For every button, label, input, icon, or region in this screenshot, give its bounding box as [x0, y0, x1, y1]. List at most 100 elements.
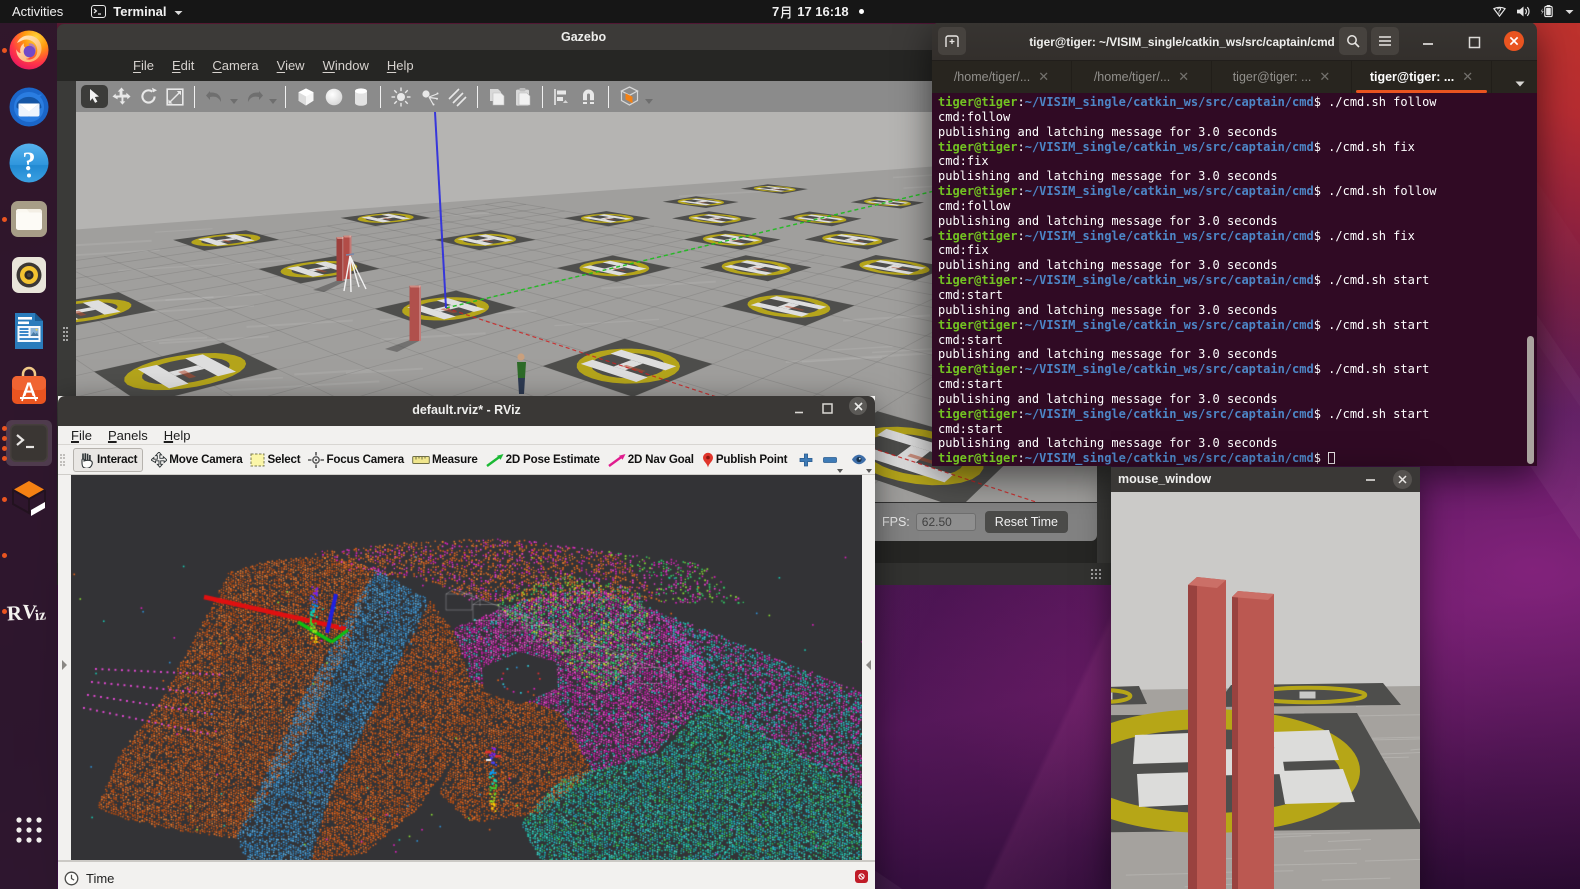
terminal-tab-3[interactable]: tiger@tiger: ... ✕: [1212, 61, 1352, 93]
expand-arrow-icon[interactable]: [866, 660, 871, 670]
gazebo-menu-edit[interactable]: Edit: [172, 58, 194, 73]
panel-close-button[interactable]: [855, 870, 868, 883]
close-button[interactable]: [1393, 470, 1412, 489]
rviz-menu-panels[interactable]: Panels: [108, 428, 148, 443]
gazebo-tool-redo[interactable]: [240, 89, 268, 105]
dock-item-ubuntu-software[interactable]: A: [6, 364, 52, 410]
dock-item-show-applications[interactable]: [6, 807, 52, 853]
dock-item-thunderbird[interactable]: [6, 84, 52, 130]
tab-close-icon[interactable]: ✕: [1319, 69, 1330, 85]
rviz-right-panel-collapsed[interactable]: [862, 475, 875, 860]
gazebo-menu-camera[interactable]: Camera: [212, 58, 258, 73]
chevron-down-icon[interactable]: [1565, 9, 1574, 15]
gazebo-tool-translate[interactable]: [108, 87, 135, 106]
dock-item-libreoffice-writer[interactable]: [6, 308, 52, 354]
rviz-tool-move-camera[interactable]: Move Camera: [151, 452, 242, 468]
caret-down-icon[interactable]: [837, 469, 843, 473]
dock-item-firefox[interactable]: [6, 27, 52, 73]
terminal-content[interactable]: tiger@tiger:~/VISIM_single/catkin_ws/src…: [932, 93, 1537, 466]
remove-display-icon[interactable]: [823, 457, 837, 463]
dock-item-gazebo[interactable]: [6, 476, 52, 522]
caret-down-icon[interactable]: [866, 469, 872, 473]
caret-down-icon[interactable]: [645, 99, 653, 104]
rviz-3d-view[interactable]: [71, 475, 862, 860]
gazebo-tool-scale[interactable]: [162, 88, 188, 106]
resize-grip[interactable]: [1091, 569, 1103, 581]
gazebo-tool-point-light[interactable]: [387, 87, 415, 107]
minimize-button[interactable]: [794, 403, 806, 414]
eye-icon[interactable]: [851, 454, 867, 465]
maximize-button[interactable]: [1468, 36, 1481, 49]
menu-button[interactable]: [1371, 27, 1399, 55]
maximize-button[interactable]: [822, 403, 833, 414]
dock-item-rhythmbox[interactable]: [6, 252, 52, 298]
rviz-tool-publish-point[interactable]: Publish Point: [702, 452, 787, 468]
gazebo-tool-select[interactable]: [81, 85, 108, 108]
expand-arrow-icon[interactable]: [62, 660, 67, 670]
gazebo-tool-align[interactable]: [549, 88, 575, 106]
dock-item-files[interactable]: [6, 196, 52, 242]
battery-icon[interactable]: [1540, 5, 1556, 18]
gazebo-tool-insert-box[interactable]: [615, 86, 644, 107]
minimize-button[interactable]: [1365, 478, 1376, 482]
gazebo-menu-view[interactable]: View: [277, 58, 305, 73]
close-button[interactable]: [849, 397, 867, 415]
reset-time-button[interactable]: Reset Time: [985, 511, 1068, 533]
tab-close-icon[interactable]: ✕: [1178, 69, 1189, 85]
mouse-window-titlebar[interactable]: mouse_window: [1111, 467, 1420, 492]
tab-close-icon[interactable]: ✕: [1462, 69, 1473, 85]
caret-down-icon[interactable]: [269, 99, 277, 104]
rviz-tool-interact[interactable]: Interact: [73, 448, 143, 472]
tab-list-dropdown[interactable]: [1515, 74, 1525, 92]
dock-item-hidden-app[interactable]: [6, 532, 52, 578]
gazebo-tool-directional-light[interactable]: [443, 87, 471, 107]
rviz-tool-measure[interactable]: Measure: [412, 453, 478, 466]
gazebo-tool-spot-light[interactable]: [415, 87, 443, 107]
caret-down-icon[interactable]: [230, 99, 238, 104]
dock-item-rviz[interactable]: RViz: [6, 588, 52, 634]
gazebo-tool-copy[interactable]: [484, 87, 510, 107]
clock[interactable]: 7 17 16:18: [772, 0, 864, 23]
rviz-tool-2d-pose-estimate[interactable]: 2D Pose Estimate: [486, 453, 600, 467]
gazebo-menu-file[interactable]: File: [133, 58, 154, 73]
search-button[interactable]: [1339, 27, 1367, 55]
rviz-tool-focus-camera[interactable]: Focus Camera: [308, 452, 404, 468]
prompt-path: ~/VISIM_single/catkin_ws/src/captain/cmd: [1025, 229, 1314, 243]
gazebo-tool-undo[interactable]: [201, 89, 229, 105]
gazebo-tool-paste[interactable]: [510, 87, 536, 107]
rviz-tool-2d-nav-goal[interactable]: 2D Nav Goal: [608, 453, 694, 467]
add-display-icon[interactable]: [799, 453, 813, 467]
terminal-tab-4[interactable]: tiger@tiger: ... ✕: [1352, 61, 1492, 93]
gazebo-tool-sphere[interactable]: [320, 87, 348, 107]
volume-icon[interactable]: [1516, 5, 1531, 18]
system-tray[interactable]: ?: [1492, 0, 1574, 23]
panel-grip[interactable]: [63, 327, 69, 343]
new-tab-button[interactable]: [938, 27, 966, 55]
terminal-scrollbar[interactable]: [1527, 336, 1534, 464]
gazebo-tool-box[interactable]: [292, 87, 320, 107]
terminal-headerbar[interactable]: tiger@tiger: ~/VISIM_single/catkin_ws/sr…: [932, 22, 1537, 61]
terminal-tab-1[interactable]: /home/tiger/... ✕: [932, 61, 1072, 93]
dock-item-help[interactable]: ?: [6, 140, 52, 186]
dock-item-terminal[interactable]: [6, 420, 52, 466]
terminal-tab-2[interactable]: /home/tiger/... ✕: [1072, 61, 1212, 93]
close-button[interactable]: [1504, 31, 1524, 51]
rviz-menu-help[interactable]: Help: [164, 428, 191, 443]
gazebo-tool-cylinder[interactable]: [348, 87, 374, 107]
mouse-window-3d-view[interactable]: [1111, 492, 1420, 889]
toolbar-grip[interactable]: [60, 454, 67, 468]
rviz-titlebar[interactable]: default.rviz* - RViz: [58, 396, 875, 426]
gazebo-menu-window[interactable]: Window: [323, 58, 369, 73]
rviz-tool-select[interactable]: Select: [250, 453, 300, 467]
gazebo-tool-rotate[interactable]: [135, 87, 162, 106]
tab-close-icon[interactable]: ✕: [1038, 69, 1049, 85]
rviz-menu-file[interactable]: File: [71, 428, 92, 443]
gazebo-menu-help[interactable]: Help: [387, 58, 414, 73]
gazebo-tool-snap[interactable]: [575, 88, 602, 106]
minimize-button[interactable]: [1422, 42, 1434, 46]
activities-button[interactable]: Activities: [0, 0, 75, 23]
network-question-icon[interactable]: ?: [1492, 5, 1507, 18]
rviz-left-panel-collapsed[interactable]: [58, 475, 71, 860]
terminal-line: publishing and latching message for 3.0 …: [938, 347, 1537, 362]
app-menu[interactable]: Terminal: [91, 4, 182, 19]
